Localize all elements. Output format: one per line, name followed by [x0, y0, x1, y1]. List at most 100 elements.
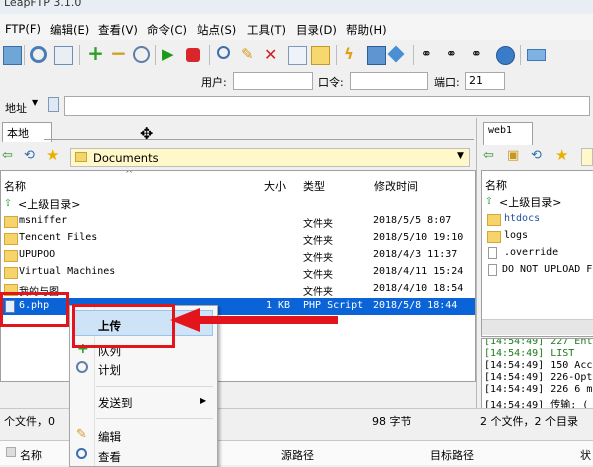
clock-icon[interactable] — [133, 46, 150, 63]
refresh-icon[interactable]: ⟲ — [531, 148, 542, 163]
menu-item-schedule[interactable]: 计划 — [98, 362, 121, 378]
table-row[interactable]: msniffer 文件夹 2018/5/5 8:07 — [1, 213, 475, 230]
connection-bar: 用户: 口令: 端口: 21 — [0, 70, 593, 92]
parent-label: <上级目录> — [499, 196, 562, 209]
stop-icon[interactable] — [186, 48, 200, 62]
binoculars-next-icon[interactable]: ⚭ — [446, 46, 463, 63]
tab-remote[interactable]: web1 — [483, 122, 533, 145]
horizontal-scrollbar[interactable] — [482, 319, 593, 335]
file-date: 2018/4/11 15:24 — [373, 266, 464, 277]
log-line: [14:54:49] 150 Acc — [484, 360, 593, 371]
chevron-down-icon[interactable]: ▼ — [32, 98, 38, 107]
menu-tools[interactable]: 工具(T) — [247, 22, 286, 38]
folder-icon — [75, 152, 87, 162]
delete-icon[interactable]: ✕ — [264, 46, 281, 63]
menu-view[interactable]: 查看(V) — [98, 22, 138, 38]
menu-command[interactable]: 命令(C) — [147, 22, 187, 38]
log-line: [14:54:49] LIST — [484, 348, 575, 359]
star-icon[interactable]: ★ — [46, 146, 59, 164]
menu-help[interactable]: 帮助(H) — [346, 22, 387, 38]
gear-icon[interactable] — [30, 46, 47, 63]
file-date: 2018/5/5 8:07 — [373, 215, 452, 226]
table-row[interactable]: Tencent Files 文件夹 2018/5/10 19:10 — [1, 230, 475, 247]
file-name: Tencent Files — [19, 232, 98, 243]
search-icon[interactable] — [217, 46, 230, 59]
folder-icon[interactable] — [311, 46, 330, 65]
add-icon[interactable]: + — [87, 43, 104, 63]
local-path-bar: ⇦ ⟲ ★ Documents ▼ — [0, 142, 474, 170]
log-panel: [14:54:49] 227 Ent [14:54:49] LIST [14:5… — [481, 338, 593, 410]
folder-open-icon[interactable]: ▣ — [507, 148, 519, 163]
menu-edit[interactable]: 编辑(E) — [50, 22, 89, 38]
log-line: [14:54:49] 226 6 m — [484, 384, 593, 395]
diamond-icon[interactable] — [387, 45, 405, 63]
password-label: 口令: — [318, 76, 344, 89]
mail-icon[interactable] — [367, 46, 386, 65]
column-header-type[interactable]: 类型 — [303, 178, 325, 194]
queue-column-target[interactable]: 目标路径 — [430, 447, 474, 463]
table-row[interactable]: DO NOT UPLOAD F — [482, 262, 593, 279]
local-status-size: 98 字节 — [372, 415, 412, 428]
column-header-size[interactable]: 大小 — [264, 178, 286, 194]
remote-pane: web1 ⇦ ▣ ⟲ ★ 名称 ⇧ <上级目录> htdocs logs .ov… — [476, 118, 593, 410]
checkbox[interactable] — [6, 447, 16, 457]
column-header-name[interactable]: 名称 — [4, 178, 26, 194]
back-folder-icon[interactable]: ⇦ — [2, 148, 13, 163]
table-row[interactable]: UPUPOO 文件夹 2018/4/3 11:37 — [1, 247, 475, 264]
local-path-text: Documents — [93, 151, 159, 165]
table-row[interactable]: Virtual Machines 文件夹 2018/4/11 15:24 — [1, 264, 475, 281]
remote-path-combo[interactable] — [581, 148, 593, 166]
move-cursor-icon: ✥ — [140, 124, 154, 143]
port-input[interactable]: 21 — [465, 72, 505, 90]
column-header-name[interactable]: 名称 — [485, 177, 507, 193]
password-input[interactable] — [350, 72, 428, 90]
menu-item-send-to[interactable]: 发送到 — [98, 395, 133, 411]
book-icon[interactable] — [527, 49, 546, 61]
user-input[interactable] — [233, 72, 313, 90]
queue-column-name[interactable]: 名称 — [20, 447, 42, 463]
table-row[interactable]: .override — [482, 245, 593, 262]
list-icon[interactable] — [288, 46, 307, 65]
star-icon[interactable]: ★ — [555, 146, 568, 164]
clock-icon — [76, 361, 88, 373]
menu-item-edit[interactable]: 编辑 — [98, 429, 121, 445]
remote-file-list[interactable]: 名称 ⇧ <上级目录> htdocs logs .override DO NOT… — [481, 170, 593, 337]
refresh-icon[interactable]: ⟲ — [24, 148, 35, 163]
annotation-arrow — [170, 308, 338, 332]
menu-directory[interactable]: 目录(D) — [296, 22, 337, 38]
queue-column-source[interactable]: 源路径 — [281, 447, 314, 463]
file-name: msniffer — [19, 215, 68, 226]
table-row[interactable]: htdocs — [482, 211, 593, 228]
user-label: 用户: — [201, 76, 227, 89]
pencil-icon: ✎ — [76, 427, 87, 442]
menu-site[interactable]: 站点(S) — [197, 22, 236, 38]
file-name: DO NOT UPLOAD F — [502, 264, 593, 275]
file-date: 2018/4/3 11:37 — [373, 249, 458, 260]
file-date: 2018/4/10 18:54 — [373, 283, 464, 294]
log-line: [14:54:49] 226-Opt — [484, 372, 593, 383]
local-path-combo[interactable]: Documents ▼ — [70, 148, 470, 167]
menu-item-view[interactable]: 查看 — [98, 449, 121, 465]
annotation-box-file — [0, 292, 69, 327]
window-icon[interactable] — [54, 46, 73, 65]
queue-column-status[interactable]: 状 — [580, 447, 591, 463]
globe-icon[interactable] — [496, 46, 515, 65]
play-icon[interactable]: ▶ — [162, 46, 179, 63]
column-header-date[interactable]: 修改时间 — [374, 178, 418, 194]
lightning-icon[interactable]: ϟ — [344, 46, 361, 63]
port-label: 端口: — [434, 76, 460, 89]
local-status-text: 个文件，0 — [4, 415, 55, 428]
binoculars-icon[interactable]: ⚭ — [421, 46, 438, 63]
chevron-down-icon[interactable]: ▼ — [457, 151, 464, 161]
table-row[interactable]: logs — [482, 228, 593, 245]
parent-row[interactable]: ⇧ <上级目录> — [482, 193, 593, 210]
menu-ftp[interactable]: FTP(F) — [5, 22, 41, 36]
pencil-icon[interactable]: ✎ — [241, 46, 258, 63]
back-folder-icon[interactable]: ⇦ — [483, 148, 494, 163]
disk-icon[interactable] — [3, 46, 22, 65]
binoculars-prev-icon[interactable]: ⚭ — [471, 46, 488, 63]
table-row[interactable]: 我的与图 文件夹 2018/4/10 18:54 — [1, 281, 475, 298]
parent-row[interactable]: ⇧ <上级目录> — [1, 195, 475, 212]
minus-icon[interactable]: − — [110, 43, 127, 63]
address-input[interactable] — [64, 96, 590, 116]
